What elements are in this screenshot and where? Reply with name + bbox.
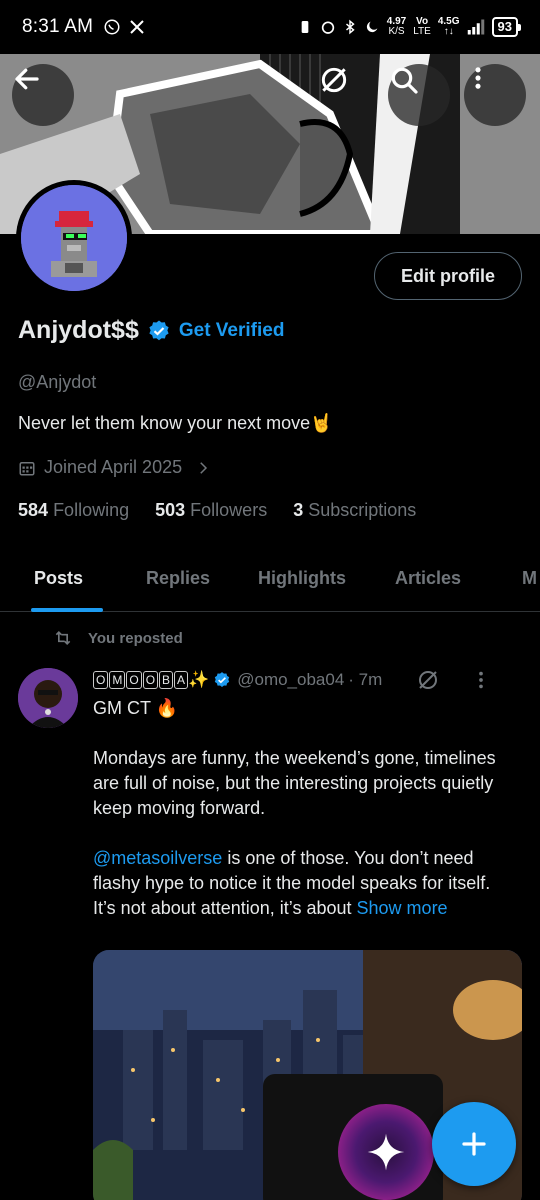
more-options-button[interactable]	[464, 64, 526, 126]
grok-button[interactable]	[318, 64, 380, 126]
followers-label: Followers	[190, 500, 268, 520]
tab-posts[interactable]: Posts	[34, 568, 83, 589]
get-verified-link[interactable]: Get Verified	[179, 320, 285, 342]
signal-icon	[467, 19, 484, 35]
bluetooth-icon	[345, 19, 355, 35]
net-unit: K/S	[388, 26, 405, 37]
more-vertical-icon[interactable]	[470, 669, 492, 691]
post-line-1: GM CT 🔥	[93, 698, 179, 718]
grok-slash-icon[interactable]	[416, 668, 440, 692]
verified-badge-icon	[149, 320, 169, 340]
grok-sparkle-icon	[367, 1133, 405, 1171]
verified-badge-icon	[215, 672, 230, 687]
edit-profile-button[interactable]: Edit profile	[374, 252, 522, 300]
subscriptions-count: 3	[293, 500, 304, 520]
profile-handle: @Anjydot	[18, 372, 97, 392]
more-vertical-icon	[475, 67, 481, 89]
profile-tabs: Posts Replies Highlights Articles M	[0, 548, 540, 612]
followers-stat[interactable]: 503 Followers	[155, 500, 267, 521]
whatsapp-icon	[104, 19, 120, 35]
post-time: · 7m	[348, 670, 383, 689]
lte-label: LTE	[413, 26, 431, 37]
post-paragraph-1: Mondays are funny, the weekend’s gone, t…	[93, 748, 496, 818]
active-tab-indicator	[31, 608, 103, 612]
search-icon	[391, 67, 418, 94]
tab-replies[interactable]: Replies	[146, 568, 210, 589]
subscriptions-label: Subscriptions	[308, 500, 417, 520]
tab-highlights[interactable]: Highlights	[258, 568, 346, 589]
grok-slash-icon	[321, 67, 347, 93]
post-avatar-image	[18, 668, 78, 728]
following-label: Following	[53, 500, 130, 520]
chevron-right-icon	[200, 461, 208, 474]
post-header: OMOOBA ✨ @omo_oba04 · 7m	[93, 668, 523, 692]
tab-more[interactable]: M	[522, 568, 537, 589]
back-button[interactable]	[12, 64, 74, 126]
profile-stats: 584 Following 503 Followers 3 Subscripti…	[18, 500, 416, 521]
compose-post-button[interactable]	[432, 1102, 516, 1186]
mention-link[interactable]: @metasoilverse	[93, 848, 222, 868]
post-author-avatar[interactable]	[18, 668, 78, 728]
following-count: 584	[18, 500, 49, 520]
joined-label: Joined April 2025	[44, 457, 183, 477]
subscriptions-stat[interactable]: 3 Subscriptions	[293, 500, 416, 521]
profile-bio: Never let them know your next move🤘	[18, 413, 333, 433]
show-more-link[interactable]: Show more	[357, 898, 448, 918]
display-name: Anjydot$$	[18, 316, 139, 344]
post-author-handle[interactable]: @omo_oba04	[237, 670, 344, 690]
following-stat[interactable]: 584 Following	[18, 500, 129, 521]
repost-indicator: You reposted	[52, 628, 183, 648]
followers-count: 503	[155, 500, 186, 520]
moon-icon	[366, 21, 378, 33]
vibrate-icon	[301, 21, 309, 33]
repost-label: You reposted	[88, 629, 183, 647]
plus-icon	[462, 1132, 486, 1156]
name-row: Anjydot$$ Get Verified	[18, 316, 284, 345]
post-author-name[interactable]: OMOOBA	[93, 671, 189, 689]
post-body: GM CT 🔥 Mondays are funny, the weekend’s…	[93, 696, 513, 921]
status-bar: 8:31 AM 4.97 K/S Vo LTE 4.5G ↑↓ 93	[0, 0, 540, 54]
battery-indicator: 93	[491, 17, 522, 37]
joined-date[interactable]: Joined April 2025	[18, 457, 212, 478]
profile-avatar[interactable]	[16, 180, 132, 296]
repost-icon	[55, 630, 71, 646]
alarm-icon	[321, 21, 334, 34]
search-button[interactable]	[388, 64, 450, 126]
grok-fab-button[interactable]	[338, 1104, 434, 1200]
x-logo-icon	[130, 20, 144, 34]
back-arrow-icon	[15, 68, 39, 90]
calendar-icon	[19, 461, 35, 475]
tab-articles[interactable]: Articles	[395, 568, 461, 589]
avatar-image	[21, 185, 127, 291]
author-suffix: ✨	[188, 670, 210, 689]
status-time: 8:31 AM	[22, 16, 94, 37]
